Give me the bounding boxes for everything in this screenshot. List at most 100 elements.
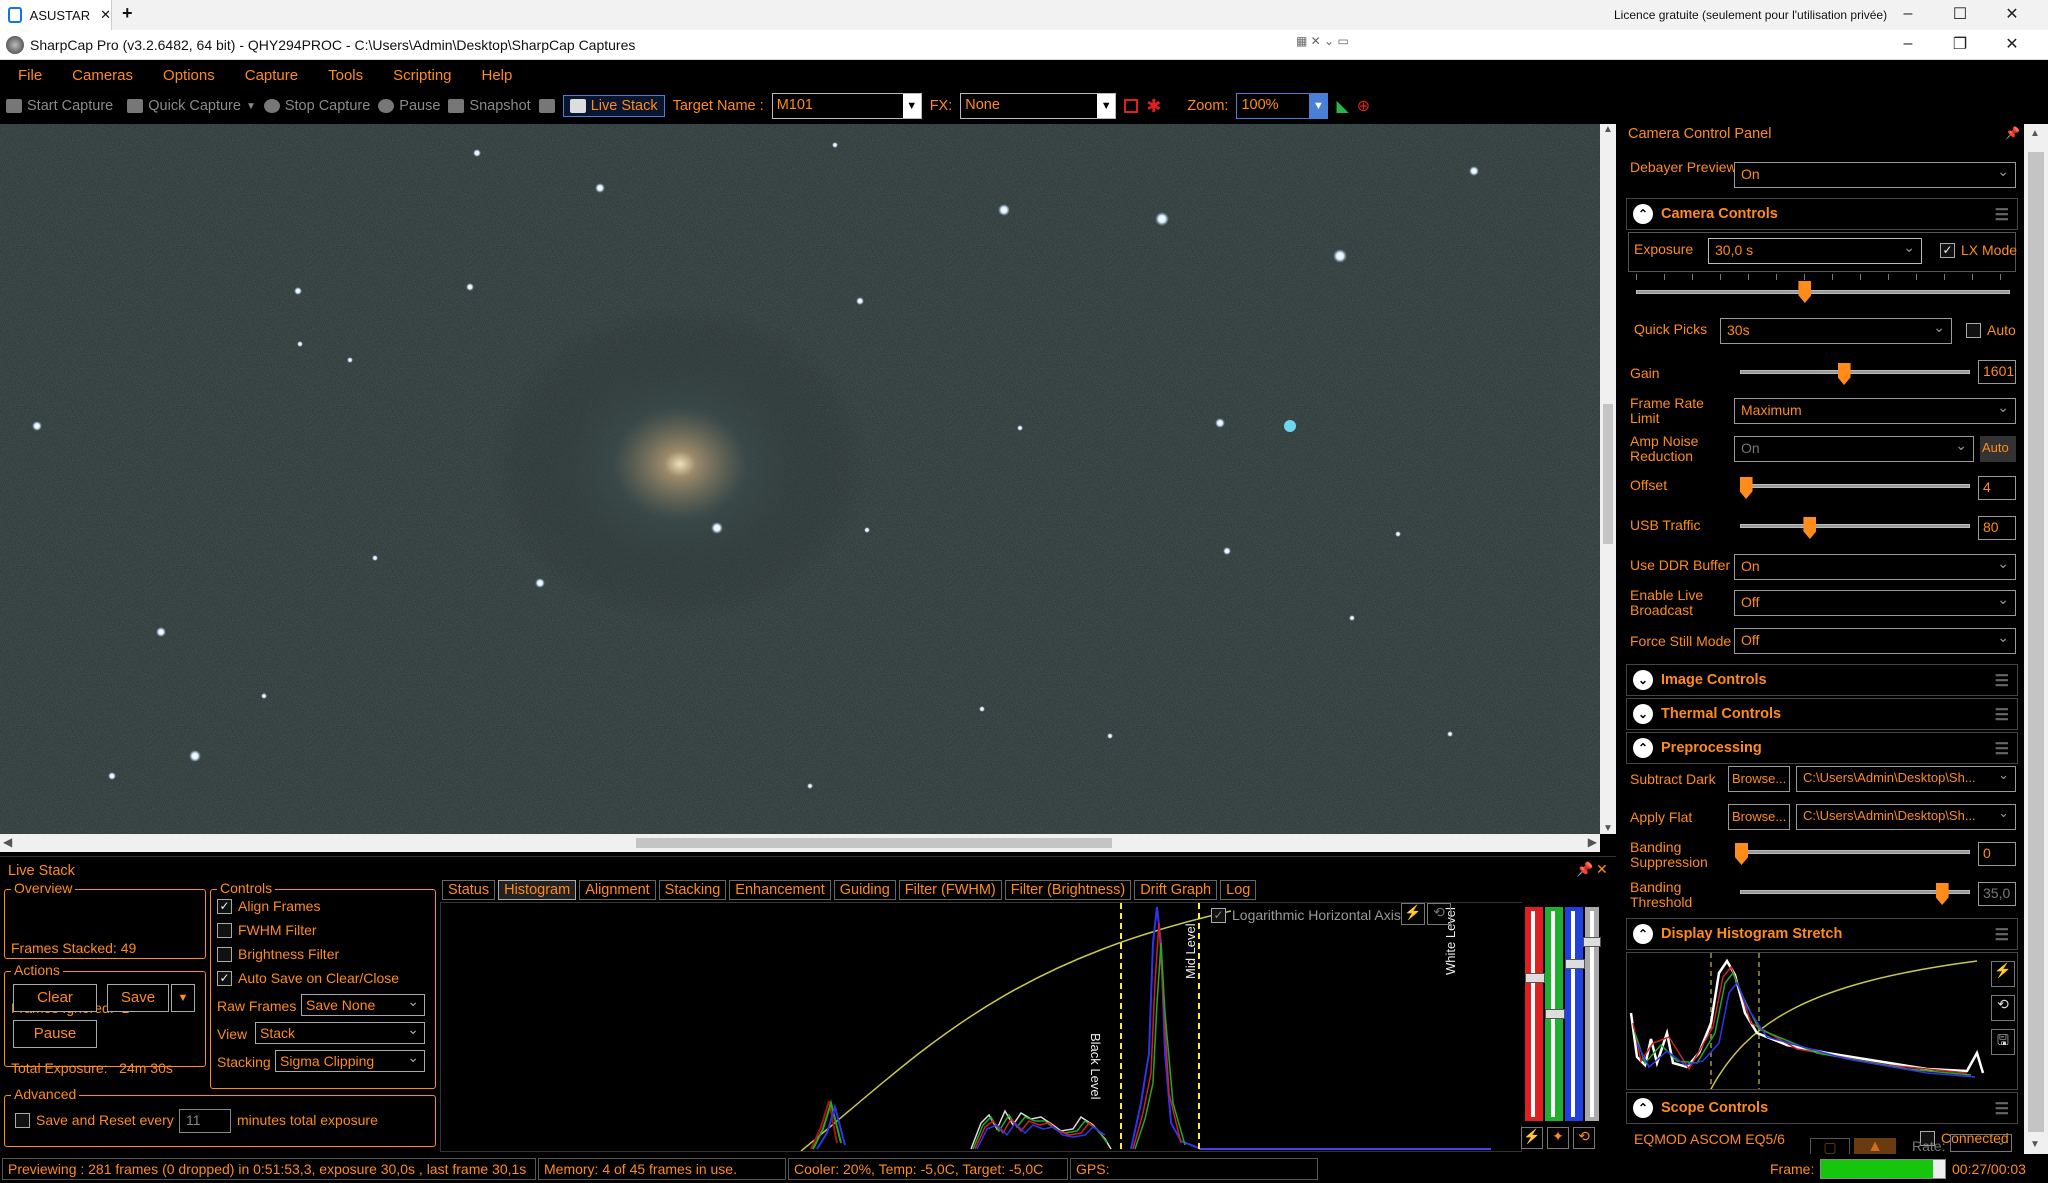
pause-button[interactable]: Pause [378, 98, 440, 114]
tab-alignment[interactable]: Alignment [579, 880, 656, 900]
green-slider-thumb[interactable] [1545, 1009, 1565, 1019]
panel-scrollbar[interactable]: ▲ ▼ [2024, 124, 2048, 1154]
fx-select[interactable]: None ▼ [960, 93, 1117, 119]
reset-icon[interactable]: ⟲ [1427, 903, 1451, 925]
frame-rate-select[interactable]: Maximum [1734, 398, 2016, 424]
log-axis-checkbox[interactable]: ✓ [1211, 907, 1226, 923]
scroll-up-icon[interactable]: ▲ [1603, 124, 1613, 135]
close-icon[interactable]: ✕ [1986, 4, 2038, 24]
banding-supp-slider-thumb[interactable] [1735, 843, 1748, 865]
menu-icon[interactable]: ☰ [1995, 705, 2009, 725]
red-cross-icon[interactable]: ✱ [1146, 96, 1161, 117]
scope-controls-header[interactable]: ⌃ Scope Controls ☰ [1626, 1092, 2018, 1124]
subtract-dark-select[interactable]: C:\Users\Admin\Desktop\Sh... [1796, 766, 2016, 792]
scope-up-arrow-icon[interactable]: ▲ [1854, 1138, 1896, 1154]
scroll-right-icon[interactable]: ▶ [1588, 835, 1597, 849]
usb-traffic-slider[interactable] [1740, 517, 1970, 539]
image-controls-header[interactable]: ⌄ Image Controls ☰ [1626, 664, 2018, 696]
save-reset-input[interactable]: 11 [179, 1109, 231, 1133]
zoom-select[interactable]: 100% ▼ [1236, 93, 1329, 119]
close-panel-icon[interactable]: ✕ [1596, 861, 1608, 878]
subtract-dark-browse-button[interactable]: Browse... [1728, 766, 1790, 792]
tab-drift-graph[interactable]: Drift Graph [1134, 880, 1218, 900]
usb-traffic-slider-thumb[interactable] [1803, 517, 1817, 539]
exposure-slider-thumb[interactable] [1798, 281, 1812, 303]
brightness-filter-row[interactable]: Brightness Filter [217, 946, 339, 962]
quick-picks-select[interactable]: 30s [1720, 318, 1952, 344]
red-box-icon[interactable] [1124, 99, 1139, 113]
tab-log[interactable]: Log [1220, 880, 1257, 900]
save-dropdown-icon[interactable]: ▼ [171, 984, 195, 1012]
chevron-up-icon[interactable]: ⌃ [1633, 204, 1653, 224]
save-reset-checkbox[interactable] [15, 1112, 30, 1128]
lightning-icon[interactable]: ⚡ [1521, 1127, 1543, 1149]
view-select[interactable]: Stack [255, 1021, 425, 1044]
zoom-target-icon[interactable]: ⊕ [1357, 96, 1370, 116]
apply-flat-browse-button[interactable]: Browse... [1728, 804, 1790, 830]
chevron-up-icon[interactable]: ⌃ [1633, 738, 1653, 758]
display-histogram-header[interactable]: ⌃ Display Histogram Stretch ☰ [1626, 918, 2018, 950]
banding-thr-slider-thumb[interactable] [1935, 883, 1949, 905]
gain-slider[interactable] [1740, 363, 1970, 385]
reset-stretch-icon[interactable]: ⟲ [1991, 995, 2015, 1021]
panel-scroll-thumb[interactable] [2028, 152, 2044, 1132]
scroll-thumb[interactable] [1603, 404, 1613, 544]
banding-thr-slider[interactable] [1740, 883, 1970, 905]
log-axis-row[interactable]: ✓ Logarithmic Horizontal Axis [1211, 907, 1401, 923]
maximize-icon[interactable]: ☐ [1934, 4, 1986, 24]
image-horizontal-scrollbar[interactable]: ◀ ▶ [0, 834, 1600, 852]
blue-slider-thumb[interactable] [1565, 959, 1585, 969]
menu-scripting[interactable]: Scripting [393, 67, 451, 84]
menu-help[interactable]: Help [482, 67, 513, 84]
save-button[interactable]: Save [107, 984, 169, 1012]
start-capture-button[interactable]: Start Capture [6, 98, 113, 114]
quick-picks-auto-checkbox[interactable] [1966, 322, 1981, 338]
scroll-thumb[interactable] [636, 838, 1112, 848]
chevron-up-icon[interactable]: ⌃ [1633, 1098, 1653, 1118]
scope-stop-icon[interactable]: ▢ [1810, 1138, 1850, 1154]
ddr-buffer-select[interactable]: On [1734, 554, 2016, 580]
banding-supp-slider[interactable] [1735, 843, 1970, 865]
menu-tools[interactable]: Tools [328, 67, 363, 84]
panel-pin-icon[interactable]: 📌 [2005, 126, 2020, 140]
chevron-down-icon[interactable]: ▼ [902, 94, 921, 118]
star-icon[interactable]: ✦ [1547, 1127, 1569, 1149]
display-histogram[interactable]: ⚡ ⟲ 🖫 [1626, 952, 2018, 1090]
exposure-input[interactable]: 30,0 s [1708, 238, 1922, 264]
gain-slider-thumb[interactable] [1837, 363, 1851, 385]
chevron-down-icon[interactable]: ⌄ [1633, 704, 1653, 724]
display-icon[interactable] [538, 99, 555, 113]
auto-stretch-icon[interactable]: ⚡ [1991, 961, 2015, 987]
red-slider-thumb[interactable] [1525, 973, 1545, 983]
offset-slider[interactable] [1739, 477, 1970, 499]
camera-controls-header[interactable]: ⌃ Camera Controls ☰ [1626, 198, 2018, 230]
channel-sliders[interactable] [1521, 903, 1601, 1125]
tab-filter-fwhm[interactable]: Filter (FWHM) [898, 880, 1002, 900]
exposure-slider[interactable] [1636, 281, 2010, 303]
chevron-down-icon[interactable]: ▼ [1309, 94, 1328, 118]
amp-auto-button[interactable]: Auto [1980, 436, 2016, 462]
scroll-left-icon[interactable]: ◀ [3, 835, 12, 849]
stacking-select[interactable]: Sigma Clipping [275, 1049, 425, 1072]
lx-mode-checkbox[interactable]: ✓ [1940, 242, 1955, 258]
snapshot-button[interactable]: Snapshot [448, 98, 531, 114]
stop-capture-button[interactable]: Stop Capture [263, 98, 370, 114]
tab-histogram[interactable]: Histogram [498, 880, 577, 900]
undo-icon[interactable]: ⟲ [1573, 1127, 1595, 1149]
target-name-input[interactable]: M101 ▼ [771, 93, 922, 119]
app-restore-icon[interactable]: ❐ [1934, 34, 1986, 54]
offset-value[interactable]: 4 [1978, 476, 2016, 500]
menu-cameras[interactable]: Cameras [72, 67, 133, 84]
remote-toolbar-icons[interactable]: ▦ ✕ ⌄ ▭ [1296, 34, 1349, 48]
amp-noise-select[interactable]: On [1734, 436, 1974, 462]
close-tab-icon[interactable]: ✕ [100, 7, 111, 23]
quick-capture-button[interactable]: Quick Capture ▼ [127, 98, 256, 114]
banding-supp-value[interactable]: 0 [1978, 842, 2016, 866]
fwhm-filter-row[interactable]: FWHM Filter [217, 922, 317, 938]
tab-status[interactable]: Status [442, 880, 496, 900]
remote-tab[interactable]: ASUSTAR ✕ [0, 0, 112, 30]
menu-icon[interactable]: ☰ [1995, 1099, 2009, 1119]
image-vertical-scrollbar[interactable]: ▲ ▼ [1600, 124, 1616, 834]
clear-button[interactable]: Clear [13, 984, 97, 1012]
usb-traffic-value[interactable]: 80 [1978, 516, 2016, 540]
